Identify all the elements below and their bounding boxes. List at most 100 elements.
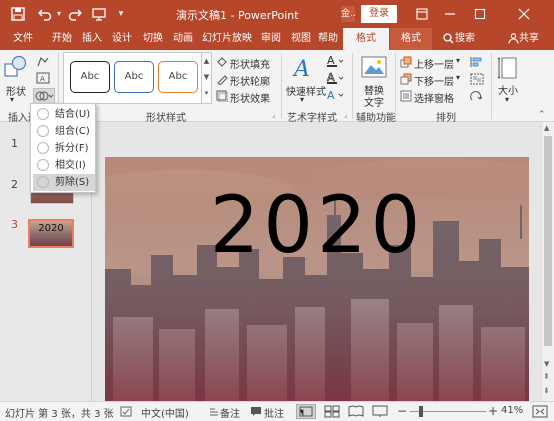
thumbnail-number: 3 — [11, 218, 18, 231]
shape-fill-button[interactable]: 形状填充 — [230, 56, 270, 71]
dialog-launcher-icon[interactable]: ⌟ — [272, 111, 275, 119]
tab-help[interactable]: 帮助 — [313, 28, 343, 50]
align-icon[interactable] — [470, 56, 484, 68]
slide-title-2020[interactable]: 2020 — [187, 185, 447, 267]
minimize-icon[interactable] — [436, 5, 464, 25]
scroll-down-icon[interactable]: ▼ — [544, 360, 549, 368]
text-effect-icon[interactable]: A — [326, 88, 344, 102]
menu-item-fragment[interactable]: 拆分(F) — [33, 140, 95, 157]
zoom-slider-thumb[interactable] — [419, 406, 423, 417]
chevron-down-icon[interactable]: ▾ — [114, 6, 128, 22]
zoom-out-icon[interactable]: − — [397, 405, 407, 417]
zoom-level[interactable]: 41% — [501, 405, 523, 416]
redo-icon[interactable] — [66, 6, 84, 22]
text-outline-icon[interactable]: A — [326, 71, 344, 85]
shape-style-black[interactable]: Abc — [70, 61, 110, 93]
normal-view-icon[interactable] — [296, 404, 316, 419]
slide-sorter-icon[interactable] — [324, 405, 340, 418]
maximize-icon[interactable] — [466, 5, 494, 25]
previous-slide-icon[interactable]: ⇞ — [543, 372, 550, 381]
rotate-icon[interactable] — [470, 90, 484, 102]
size-dropdown-icon[interactable]: ▾ — [505, 95, 509, 104]
fit-to-window-icon[interactable] — [532, 405, 548, 418]
shape-effect-button[interactable]: 形状效果 — [230, 90, 270, 105]
quick-style-dropdown-icon[interactable]: ▾ — [300, 95, 304, 104]
text-box-icon[interactable]: A — [36, 72, 50, 84]
present-icon[interactable] — [90, 6, 108, 22]
dialog-launcher-icon[interactable]: ⌟ — [344, 111, 347, 119]
scroll-thumb[interactable] — [544, 136, 552, 346]
tab-transitions[interactable]: 切换 — [138, 28, 168, 50]
group-icon[interactable] — [470, 73, 484, 85]
language-indicator[interactable]: 中文(中国) — [141, 405, 189, 420]
close-icon[interactable] — [510, 5, 538, 25]
shape-style-orange[interactable]: Abc — [158, 61, 198, 93]
tab-slideshow[interactable]: 幻灯片放映 — [199, 28, 255, 50]
share-icon[interactable] — [506, 28, 520, 50]
alt-text-label-2[interactable]: 文字 — [364, 94, 384, 109]
comments-button[interactable]: 批注 — [264, 405, 284, 420]
tab-insert[interactable]: 插入 — [77, 28, 107, 50]
tab-format-drawing[interactable]: 格式 — [343, 28, 389, 50]
shapes-label[interactable]: 形状 — [6, 83, 26, 98]
tab-review[interactable]: 审阅 — [256, 28, 286, 50]
merge-shapes-button[interactable] — [33, 88, 55, 104]
edit-shape-icon[interactable] — [36, 56, 50, 68]
tab-format-picture[interactable]: 格式 — [390, 28, 432, 50]
alt-text-icon[interactable] — [361, 55, 387, 81]
shapes-dropdown-icon[interactable]: ▾ — [10, 95, 14, 104]
notes-icon[interactable] — [208, 406, 220, 417]
undo-icon[interactable] — [36, 6, 54, 22]
quick-style-button[interactable]: 快速样式 — [286, 83, 326, 98]
size-icon[interactable] — [497, 55, 521, 81]
menu-item-combine[interactable]: 组合(C) — [33, 123, 95, 140]
reading-view-icon[interactable] — [348, 405, 364, 418]
bring-forward-icon[interactable] — [400, 56, 412, 68]
share-label[interactable]: 共享 — [519, 28, 545, 50]
thumbnail-number: 1 — [11, 137, 18, 150]
divider — [281, 53, 282, 119]
search-label[interactable]: 搜索 — [455, 28, 481, 50]
collapse-ribbon-icon[interactable]: ⌃ — [538, 110, 546, 120]
shape-style-blue[interactable]: Abc — [114, 61, 154, 93]
user-badge[interactable]: 金... — [341, 6, 355, 22]
vertical-scrollbar[interactable]: ▲ ▼ ⇞ ⇟ — [541, 122, 554, 401]
tab-file[interactable]: 文件 — [8, 28, 38, 50]
gallery-scroll[interactable]: ▲ ▼ ▾ — [202, 52, 212, 104]
slide-canvas[interactable]: 2020 — [105, 157, 529, 401]
slideshow-icon[interactable] — [372, 405, 388, 418]
scroll-up-icon[interactable]: ▲ — [544, 124, 549, 132]
save-icon[interactable] — [10, 6, 26, 22]
shape-outline-icon[interactable] — [216, 73, 228, 86]
login-button[interactable]: 登录 — [361, 5, 397, 23]
send-backward-dropdown-icon[interactable]: ▾ — [456, 73, 460, 82]
shape-fill-icon[interactable] — [216, 56, 228, 68]
spelling-check-icon[interactable] — [120, 406, 132, 417]
tab-view[interactable]: 视图 — [286, 28, 316, 50]
shapes-icon[interactable] — [4, 55, 28, 83]
tab-home[interactable]: 开始 — [47, 28, 77, 50]
notes-button[interactable]: 备注 — [220, 405, 240, 420]
selection-pane-button[interactable]: 选择窗格 — [414, 90, 454, 105]
menu-item-union[interactable]: 结合(U) — [33, 106, 95, 123]
shape-outline-button[interactable]: 形状轮廓 — [230, 73, 270, 88]
undo-dropdown-icon[interactable]: ▾ — [54, 6, 64, 22]
text-fill-icon[interactable]: A — [326, 54, 344, 68]
bring-forward-button[interactable]: 上移一层 — [414, 56, 454, 71]
search-icon[interactable] — [440, 28, 456, 50]
shape-effect-icon[interactable] — [216, 90, 229, 103]
next-slide-icon[interactable]: ⇟ — [543, 386, 550, 395]
send-backward-icon[interactable] — [400, 73, 412, 85]
wordart-icon[interactable]: A — [292, 54, 318, 82]
ribbon-display-icon[interactable] — [408, 5, 436, 25]
menu-item-subtract[interactable]: 剪除(S) — [33, 174, 95, 191]
slide-thumbnail-3[interactable]: 2020 — [28, 219, 74, 248]
menu-item-intersect[interactable]: 相交(I) — [33, 157, 95, 174]
tab-design[interactable]: 设计 — [107, 28, 137, 50]
selection-pane-icon[interactable] — [400, 90, 412, 102]
tab-animations[interactable]: 动画 — [168, 28, 198, 50]
comments-icon[interactable] — [250, 406, 262, 417]
send-backward-button[interactable]: 下移一层 — [414, 73, 454, 88]
zoom-in-icon[interactable]: + — [488, 405, 498, 417]
bring-forward-dropdown-icon[interactable]: ▾ — [456, 56, 460, 65]
